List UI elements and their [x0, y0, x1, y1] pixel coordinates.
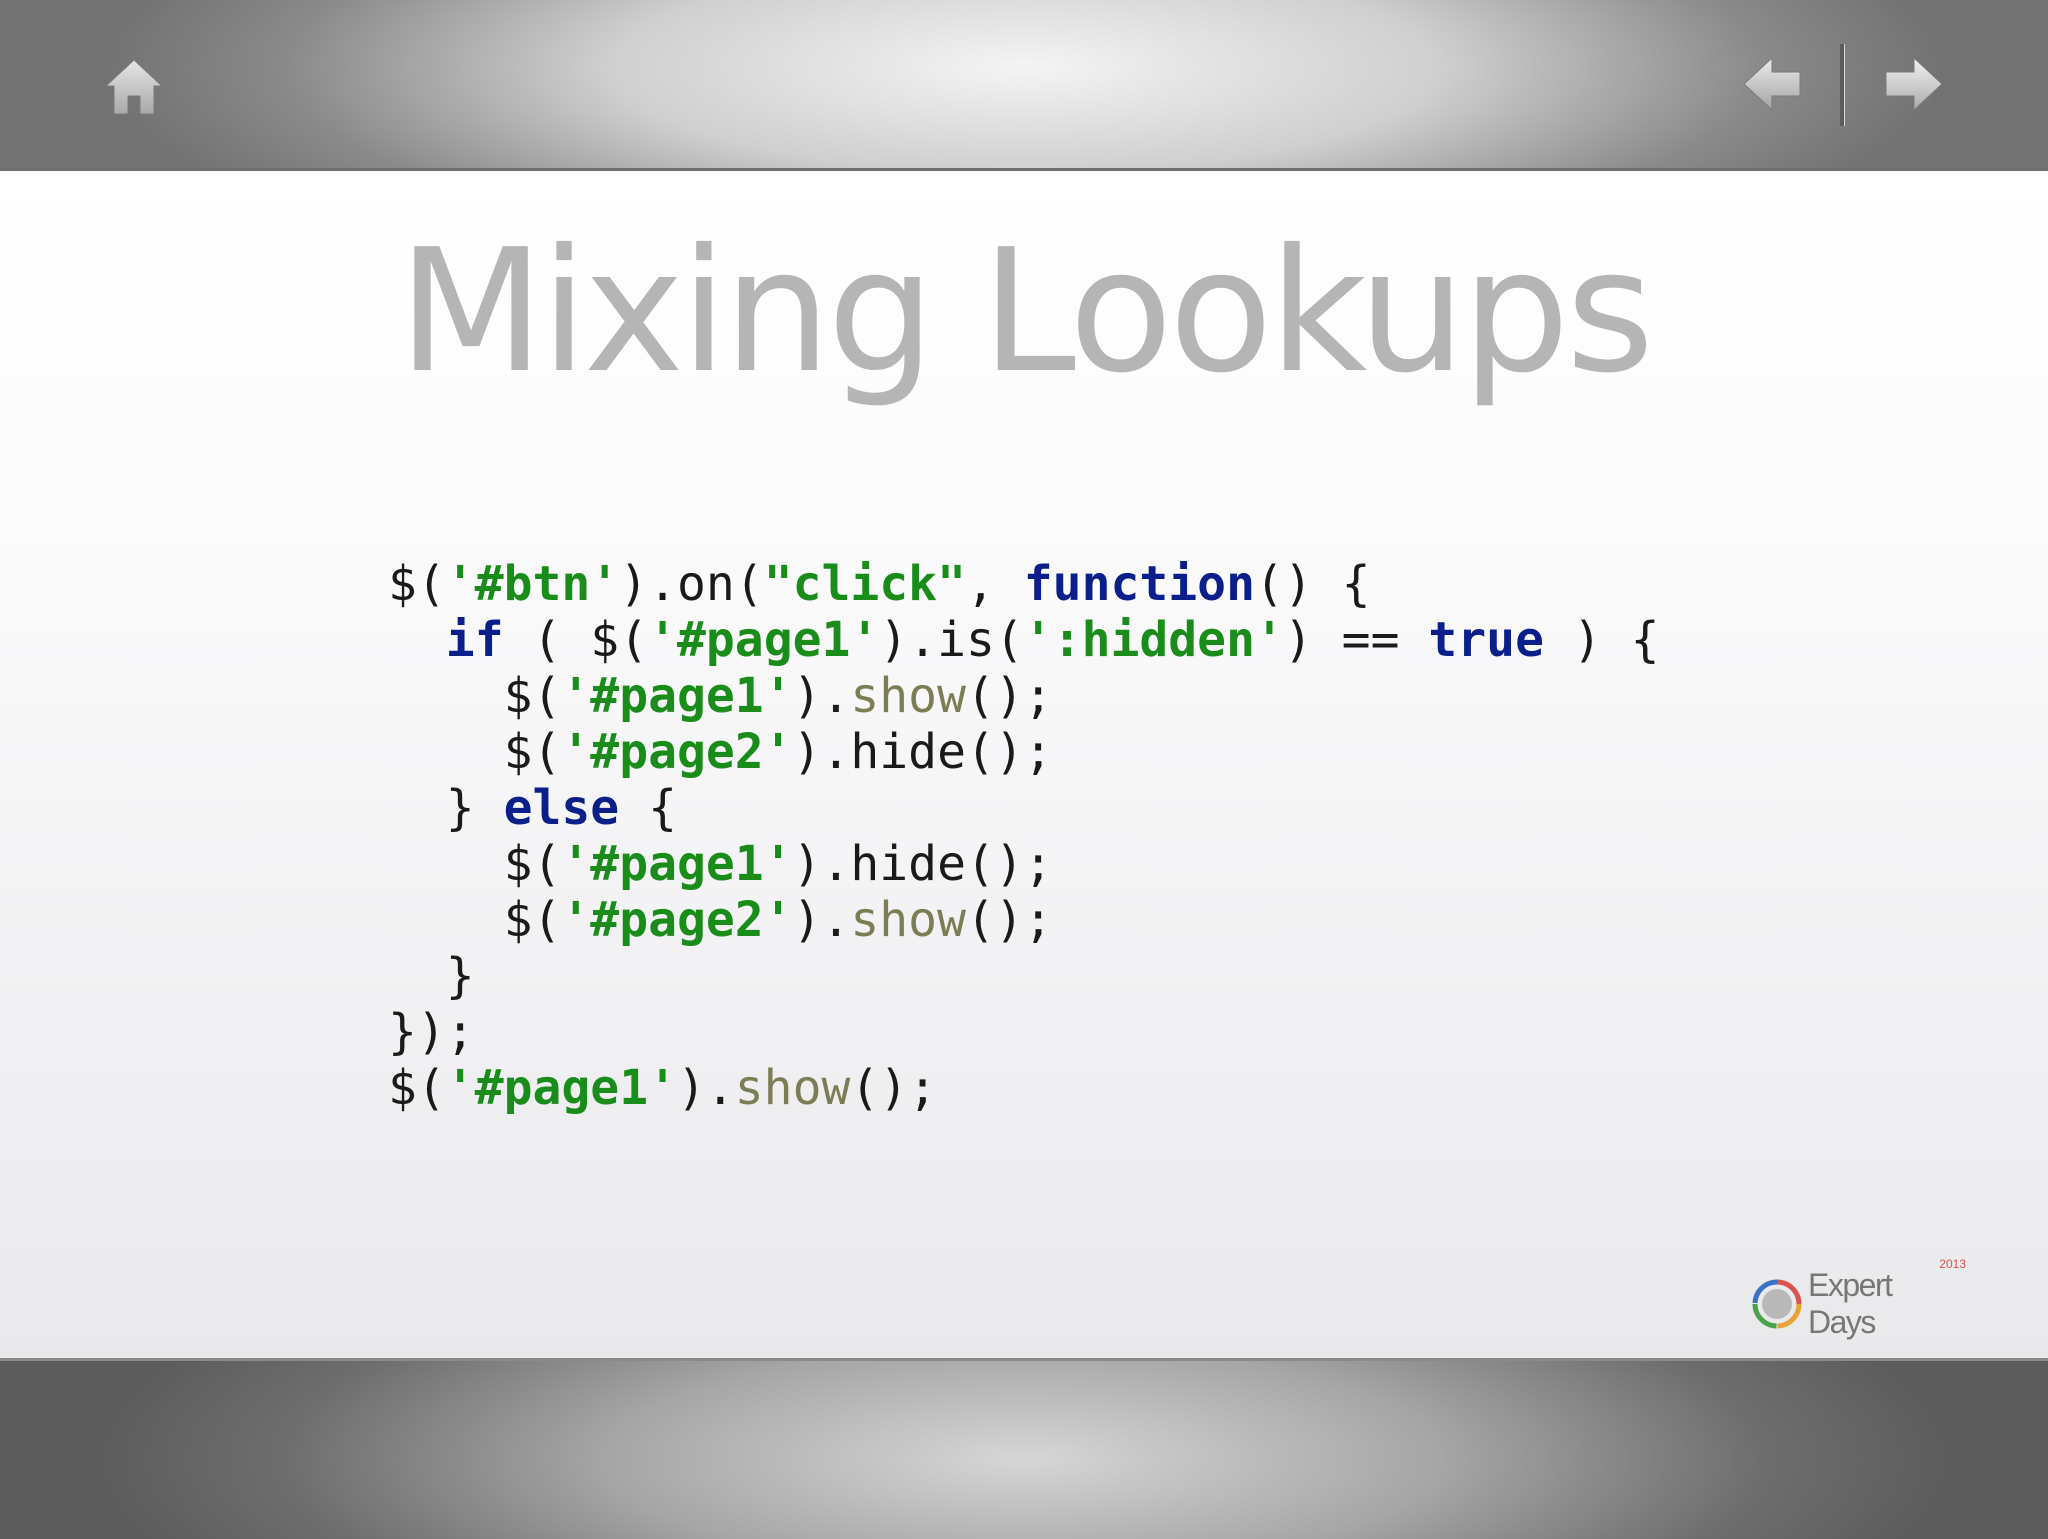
- code-token: '#btn': [445, 556, 620, 612]
- code-token: $(: [388, 724, 562, 780]
- logo-text: Expert Days: [1808, 1267, 1893, 1340]
- code-line: });: [388, 1004, 1660, 1060]
- code-token: ).: [792, 892, 851, 948]
- code-token: ();: [965, 892, 1053, 948]
- code-token: true: [1428, 612, 1544, 668]
- code-line: $('#page2').hide();: [388, 724, 1660, 780]
- bottom-bar: [0, 1358, 2048, 1539]
- arrow-left-icon[interactable]: [1742, 54, 1802, 114]
- code-line: $('#page1').hide();: [388, 836, 1660, 892]
- code-token: ).hide();: [792, 836, 1053, 892]
- code-token: $(: [388, 668, 562, 724]
- nav-divider: [1840, 44, 1845, 126]
- code-token: show: [850, 668, 966, 724]
- top-toolbar: [0, 0, 2048, 171]
- code-token: show: [850, 892, 966, 948]
- code-line: if ( $('#page1').is(':hidden') == true )…: [388, 612, 1660, 668]
- code-token: }: [388, 780, 504, 836]
- code-token: ();: [850, 1060, 938, 1116]
- code-token: ) {: [1543, 612, 1660, 668]
- code-token: ,: [965, 556, 1024, 612]
- code-token: $(: [388, 836, 562, 892]
- code-token: ) ==: [1283, 612, 1429, 668]
- code-line: } else {: [388, 780, 1660, 836]
- code-token: '#page1': [648, 612, 880, 668]
- code-token: '#page1': [561, 836, 793, 892]
- code-line: $('#page1').show();: [388, 668, 1660, 724]
- code-line: $('#page1').show();: [388, 1060, 1660, 1116]
- expert-days-label: Expert Days 2013: [1808, 1257, 1966, 1341]
- code-line: $('#page2').show();: [388, 892, 1660, 948]
- code-block: $('#btn').on("click", function() { if ( …: [388, 556, 1660, 1116]
- code-line: $('#btn').on("click", function() {: [388, 556, 1660, 612]
- code-token: ).hide();: [792, 724, 1053, 780]
- code-token: $(: [388, 1060, 446, 1116]
- code-token: $(: [388, 892, 562, 948]
- code-token: "click": [763, 556, 966, 612]
- code-token: '#page2': [561, 724, 793, 780]
- slide-title: Mixing Lookups: [397, 213, 1655, 411]
- code-line: }: [388, 948, 1660, 1004]
- expert-days-logo: Expert Days 2013: [1752, 1257, 1966, 1340]
- code-token: if: [445, 612, 504, 668]
- code-token: {: [619, 780, 677, 836]
- code-token: '#page1': [445, 1060, 677, 1116]
- code-token: ();: [965, 668, 1053, 724]
- code-token: ( $(: [503, 612, 649, 668]
- code-token: }: [388, 948, 475, 1004]
- code-token: ).on(: [619, 556, 764, 612]
- code-token: '#page2': [561, 892, 793, 948]
- code-token: $(: [388, 556, 446, 612]
- code-token: ':hidden': [1023, 612, 1284, 668]
- home-icon[interactable]: [104, 58, 164, 116]
- expert-days-logo-icon: [1752, 1279, 1802, 1329]
- code-token: function: [1023, 556, 1255, 612]
- code-token: ).: [676, 1060, 735, 1116]
- code-token: else: [503, 780, 620, 836]
- code-token: ).: [792, 668, 851, 724]
- arrow-right-icon[interactable]: [1884, 54, 1944, 114]
- code-token: ).is(: [879, 612, 1024, 668]
- code-token: () {: [1254, 556, 1371, 612]
- code-token: });: [388, 1004, 475, 1060]
- code-token: show: [734, 1060, 851, 1116]
- logo-year: 2013: [1939, 1257, 1966, 1271]
- code-token: '#page1': [561, 668, 793, 724]
